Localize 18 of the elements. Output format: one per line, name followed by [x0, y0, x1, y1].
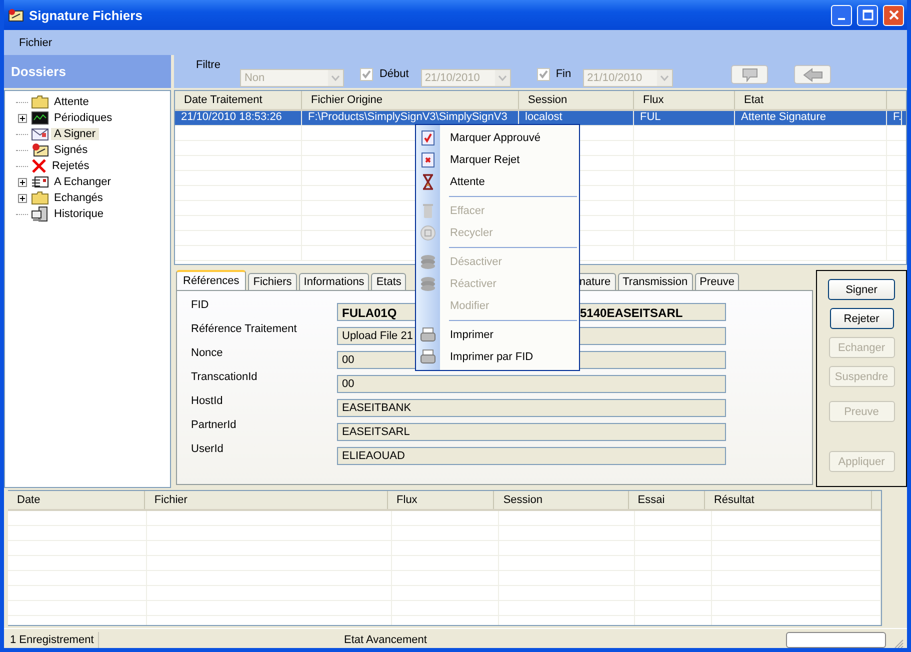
record-count: 1 Enregistrement [4, 632, 99, 648]
field-label: PartnerId [191, 419, 238, 433]
window-title: Signature Fichiers [29, 8, 142, 22]
field-label: HostId [191, 395, 224, 409]
table-cell: Attente Signature [735, 111, 887, 125]
table-cell: 21/10/2010 18:53:26 [175, 111, 302, 125]
status-text: Etat Avancement [344, 634, 428, 646]
checkbox-label: Fin [556, 68, 572, 80]
field-label: TranscationId [191, 371, 258, 385]
table-cell: FUL [634, 111, 735, 125]
checkbox-label: Début [379, 68, 409, 80]
field-label: UserId [191, 443, 224, 457]
panel-title: Dossiers [11, 64, 66, 79]
field-label: FID [191, 299, 210, 313]
field-label: Référence Traitement [191, 323, 298, 337]
table-cell: F. [887, 111, 902, 125]
filter-label: Filtre [196, 59, 220, 71]
field-label: Nonce [191, 347, 224, 361]
